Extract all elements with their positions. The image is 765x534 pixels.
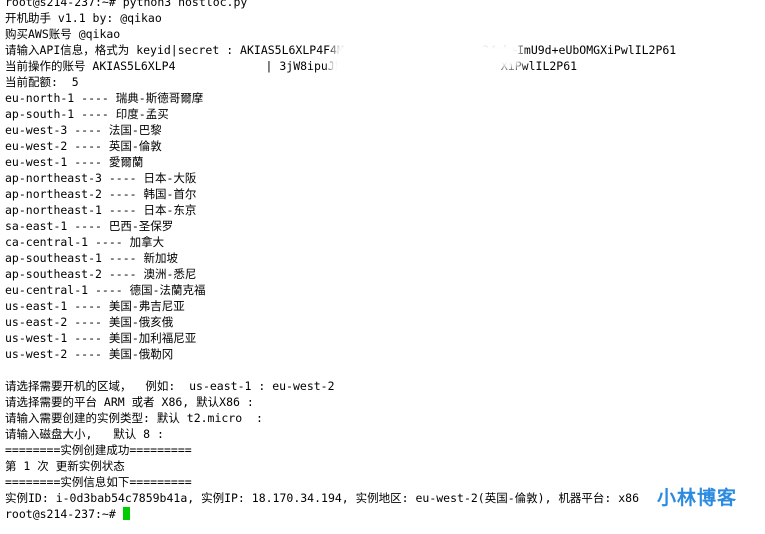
terminal-line: sa-east-1 ---- 巴西-圣保罗: [5, 219, 174, 233]
terminal-line: 第 1 次 更新实例状态: [5, 459, 125, 473]
terminal-line: ca-central-1 ---- 加拿大: [5, 235, 165, 249]
terminal-line: ap-northeast-1 ---- 日本-东京: [5, 203, 197, 217]
terminal-line: ap-southeast-1 ---- 新加坡: [5, 251, 178, 265]
terminal-line: 请选择需要的平台 ARM 或者 X86, 默认X86 :: [5, 395, 254, 409]
terminal-line: eu-central-1 ---- 德国-法蘭克福: [5, 283, 206, 297]
redaction-mask-key: [340, 47, 515, 63]
terminal-line: root@s214-237:~# python3 hostloc.py: [5, 0, 248, 9]
terminal-line: us-west-2 ---- 美国-俄勒冈: [5, 347, 174, 361]
terminal-line: ap-southeast-2 ---- 澳洲-悉尼: [5, 267, 197, 281]
watermark-logo: 小林博客: [656, 487, 737, 509]
terminal-line: ap-northeast-3 ---- 日本-大阪: [5, 171, 197, 185]
terminal-line: us-east-2 ---- 美国-俄亥俄: [5, 315, 174, 329]
terminal-line: eu-west-1 ---- 愛爾蘭: [5, 155, 144, 169]
terminal-line: us-west-1 ---- 美国-加利福尼亚: [5, 331, 197, 345]
terminal-line: 请输入需要创建的实例类型: 默认 t2.micro :: [5, 411, 263, 425]
terminal-line: 请输入磁盘大小, 默认 8 :: [5, 427, 164, 441]
terminal-cursor: [122, 507, 130, 520]
terminal-line: 请选择需要开机的区域， 例如: us-east-1 : eu-west-2: [5, 379, 335, 393]
redaction-mask-account: [336, 64, 466, 80]
terminal-line: eu-west-2 ---- 英国-倫敦: [5, 139, 162, 153]
terminal-line: eu-north-1 ---- 瑞典-斯德哥爾摩: [5, 91, 204, 105]
terminal-line: us-east-1 ---- 美国-弗吉尼亚: [5, 299, 185, 313]
terminal-line: 开机助手 v1.1 by: @qikao: [5, 11, 162, 25]
terminal-line: ap-northeast-2 ---- 韩国-首尔: [5, 187, 197, 201]
terminal-prompt-line[interactable]: root@s214-237:~#: [5, 506, 765, 522]
terminal-line: 实例ID: i-0d3bab54c7859b41a, 实例IP: 18.170.…: [5, 491, 640, 505]
terminal-line: eu-west-3 ---- 法国-巴黎: [5, 123, 162, 137]
terminal-line: ap-south-1 ---- 印度-孟买: [5, 107, 169, 121]
terminal-prompt: root@s214-237:~#: [5, 507, 116, 521]
terminal-line: ========实例信息如下=========: [5, 475, 192, 489]
terminal-line: ========实例创建成功=========: [5, 443, 192, 457]
terminal-window[interactable]: root@s214-237:~# python3 hostloc.py 开机助手…: [0, 0, 765, 534]
terminal-line: 购买AWS账号 @qikao: [5, 27, 121, 41]
